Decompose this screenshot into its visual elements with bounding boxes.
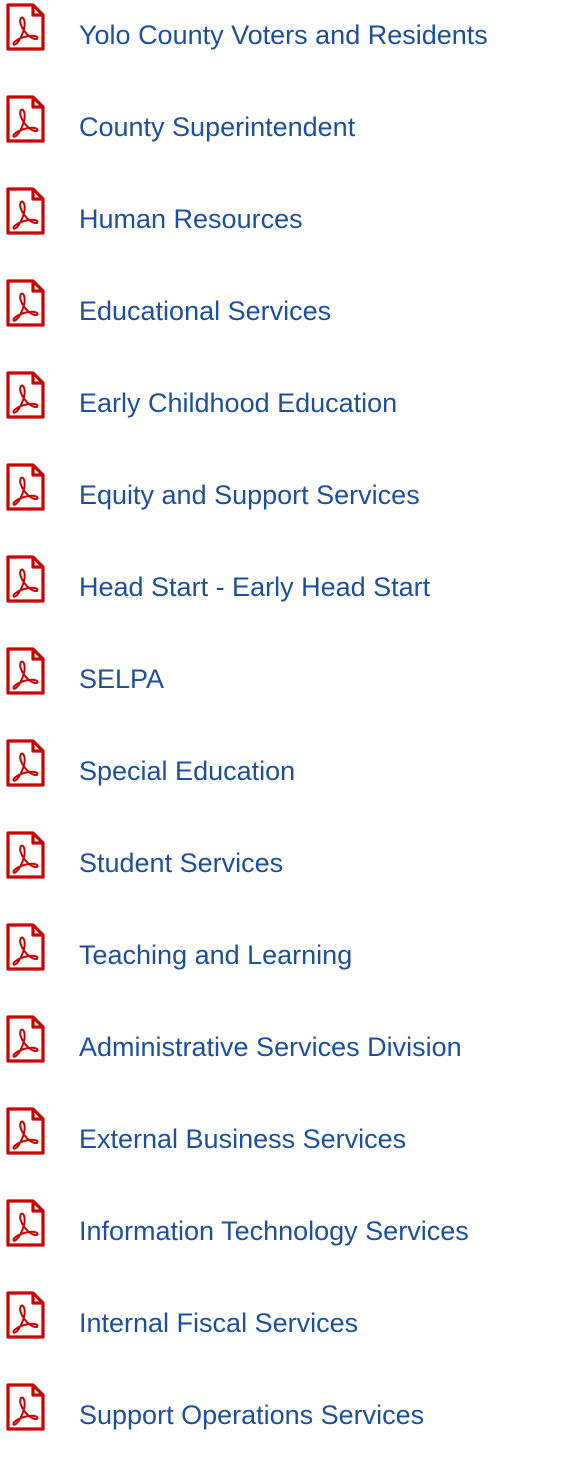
pdf-link-label[interactable]: Human Resources	[79, 202, 303, 236]
pdf-file-icon[interactable]	[0, 2, 50, 52]
pdf-file-icon[interactable]	[0, 1290, 50, 1340]
pdf-link-label[interactable]: Educational Services	[79, 294, 331, 328]
pdf-link-student-services[interactable]: Student Services	[0, 830, 566, 890]
pdf-link-support-operations[interactable]: Support Operations Services	[0, 1382, 566, 1442]
pdf-link-label[interactable]: Equity and Support Services	[79, 478, 420, 512]
pdf-link-label[interactable]: SELPA	[79, 662, 164, 696]
pdf-link-label[interactable]: County Superintendent	[79, 110, 355, 144]
pdf-link-label[interactable]: Early Childhood Education	[79, 386, 397, 420]
pdf-link-label[interactable]: Administrative Services Division	[79, 1030, 462, 1064]
pdf-link-internal-fiscal-services[interactable]: Internal Fiscal Services	[0, 1290, 566, 1350]
pdf-file-icon[interactable]	[0, 922, 50, 972]
pdf-link-early-childhood-education[interactable]: Early Childhood Education	[0, 370, 566, 430]
pdf-file-icon[interactable]	[0, 1106, 50, 1156]
pdf-document-list: Yolo County Voters and Residents County …	[0, 0, 566, 1473]
pdf-link-label[interactable]: Yolo County Voters and Residents	[79, 18, 488, 52]
pdf-file-icon[interactable]	[0, 554, 50, 604]
pdf-file-icon[interactable]	[0, 94, 50, 144]
pdf-link-equity-support-services[interactable]: Equity and Support Services	[0, 462, 566, 522]
pdf-file-icon[interactable]	[0, 1198, 50, 1248]
pdf-link-label[interactable]: Information Technology Services	[79, 1214, 469, 1248]
pdf-link-human-resources[interactable]: Human Resources	[0, 186, 566, 246]
pdf-file-icon[interactable]	[0, 1014, 50, 1064]
pdf-link-label[interactable]: Head Start - Early Head Start	[79, 570, 430, 604]
pdf-link-information-technology[interactable]: Information Technology Services	[0, 1198, 566, 1258]
pdf-file-icon[interactable]	[0, 1382, 50, 1432]
pdf-link-selpa[interactable]: SELPA	[0, 646, 566, 706]
pdf-link-label[interactable]: Teaching and Learning	[79, 938, 352, 972]
pdf-link-head-start[interactable]: Head Start - Early Head Start	[0, 554, 566, 614]
pdf-link-yolo-county-voters[interactable]: Yolo County Voters and Residents	[0, 2, 566, 62]
pdf-link-label[interactable]: Internal Fiscal Services	[79, 1306, 358, 1340]
pdf-link-label[interactable]: Student Services	[79, 846, 283, 880]
pdf-file-icon[interactable]	[0, 646, 50, 696]
pdf-link-label[interactable]: External Business Services	[79, 1122, 406, 1156]
pdf-link-teaching-learning[interactable]: Teaching and Learning	[0, 922, 566, 982]
pdf-link-external-business-services[interactable]: External Business Services	[0, 1106, 566, 1166]
pdf-file-icon[interactable]	[0, 738, 50, 788]
pdf-file-icon[interactable]	[0, 186, 50, 236]
pdf-link-county-superintendent[interactable]: County Superintendent	[0, 94, 566, 154]
pdf-link-label[interactable]: Special Education	[79, 754, 295, 788]
pdf-file-icon[interactable]	[0, 278, 50, 328]
pdf-file-icon[interactable]	[0, 370, 50, 420]
pdf-link-educational-services[interactable]: Educational Services	[0, 278, 566, 338]
pdf-link-administrative-services[interactable]: Administrative Services Division	[0, 1014, 566, 1074]
pdf-link-special-education[interactable]: Special Education	[0, 738, 566, 798]
pdf-file-icon[interactable]	[0, 830, 50, 880]
pdf-file-icon[interactable]	[0, 462, 50, 512]
pdf-link-label[interactable]: Support Operations Services	[79, 1398, 424, 1432]
